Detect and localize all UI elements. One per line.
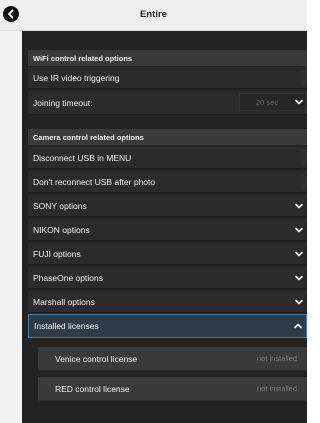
option-toggle[interactable]	[301, 174, 307, 190]
title-bar: Entire	[0, 0, 307, 31]
chevron-down-icon	[295, 203, 303, 208]
installed-licenses-item[interactable]: Installed licenses	[28, 314, 307, 338]
left-margin	[0, 18, 22, 423]
license-name: Venice control license	[55, 353, 138, 364]
select-value: 20 sec	[256, 97, 279, 107]
marshall-options-item[interactable]: Marshall options	[28, 291, 307, 313]
chevron-down-icon	[295, 275, 303, 280]
phaseone-options-item[interactable]: PhaseOne options	[28, 267, 307, 289]
ir-video-triggering-option[interactable]: Use IR video triggering	[28, 67, 307, 89]
option-label: FUJI options	[33, 248, 81, 259]
section-header-wifi: WiFi control related options	[28, 50, 307, 66]
option-label: Joining timeout:	[33, 97, 93, 108]
option-label: SONY options	[33, 200, 87, 211]
chevron-down-icon	[295, 251, 303, 256]
chevron-down-icon	[295, 99, 303, 105]
option-toggle[interactable]	[301, 150, 307, 166]
nikon-options-item[interactable]: NIKON options	[28, 219, 307, 241]
option-label: NIKON options	[33, 224, 90, 235]
license-name: RED control license	[55, 383, 130, 394]
option-label: PhaseOne options	[33, 272, 103, 283]
license-status: not installed	[256, 354, 297, 363]
license-row: RED control license not installed	[38, 377, 307, 401]
option-label: Don't reconnect USB after photo	[33, 176, 156, 187]
option-label: Use IR video triggering	[33, 72, 120, 83]
option-label: Installed licenses	[34, 321, 99, 331]
license-row: Venice control license not installed	[38, 347, 307, 371]
settings-panel: WiFi control related options Use IR vide…	[22, 31, 307, 423]
option-label: Marshall options	[33, 296, 95, 307]
option-label: Disconnect USB in MENU	[33, 152, 132, 163]
joining-timeout-row: Joining timeout: 20 sec	[28, 91, 307, 115]
fuji-options-item[interactable]: FUJI options	[28, 243, 307, 265]
chevron-down-icon	[295, 227, 303, 232]
page-title: Entire	[140, 9, 167, 20]
joining-timeout-select[interactable]: 20 sec	[239, 93, 307, 111]
disconnect-usb-option[interactable]: Disconnect USB in MENU	[28, 147, 307, 169]
option-toggle[interactable]	[301, 70, 307, 86]
section-header-camera: Camera control related options	[28, 129, 307, 145]
chevron-up-icon	[294, 323, 302, 329]
sony-options-item[interactable]: SONY options	[28, 195, 307, 217]
dont-reconnect-usb-option[interactable]: Don't reconnect USB after photo	[28, 171, 307, 193]
license-status: not installed	[256, 384, 297, 393]
chevron-down-icon	[295, 299, 303, 304]
